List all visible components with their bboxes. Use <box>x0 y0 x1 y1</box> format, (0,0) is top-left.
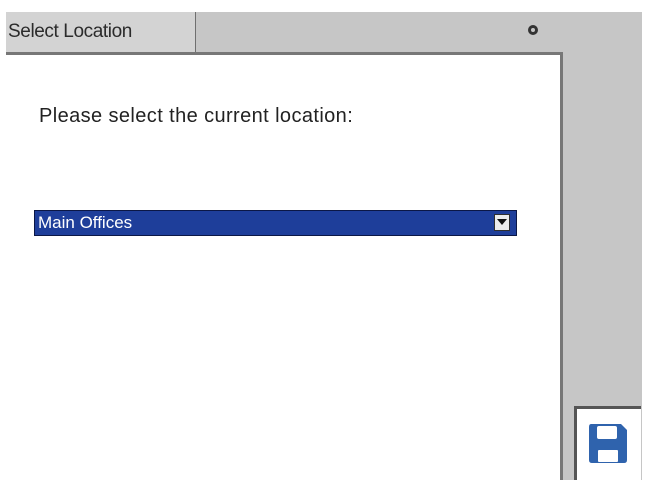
tab-select-location[interactable]: Select Location <box>6 12 196 52</box>
chevron-down-icon <box>497 219 507 225</box>
selected-location: Main Offices <box>38 213 133 232</box>
save-button[interactable] <box>574 406 641 480</box>
tab-label: Select Location <box>8 21 132 42</box>
location-prompt: Please select the current location: <box>39 105 354 127</box>
dropdown-button[interactable] <box>494 214 510 231</box>
location-select[interactable]: Main Offices <box>34 210 517 236</box>
device-screen: Select Location Please select the curren… <box>6 12 642 480</box>
floppy-disk-icon <box>589 424 627 463</box>
status-indicator-icon <box>528 25 538 35</box>
location-panel: Please select the current location: Main… <box>6 52 563 480</box>
